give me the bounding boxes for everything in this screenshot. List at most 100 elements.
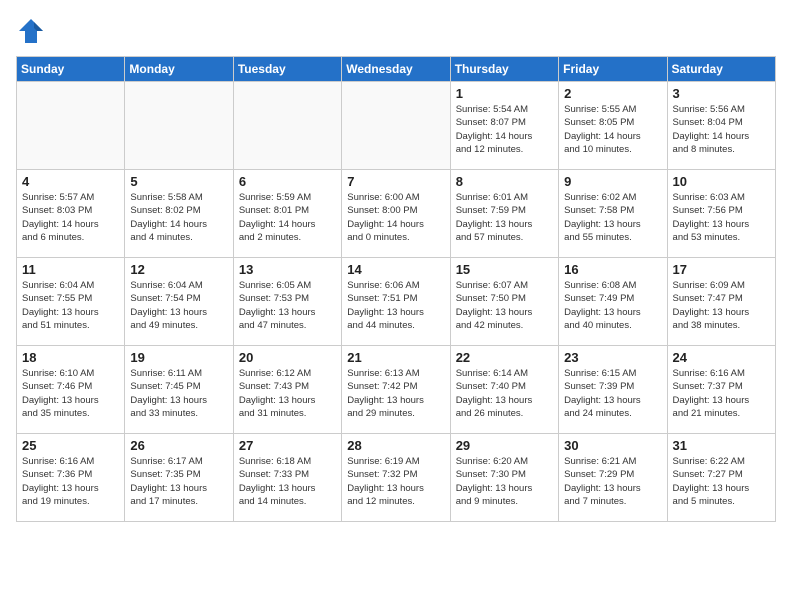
weekday-header: Saturday <box>667 57 775 82</box>
calendar-week-row: 4 Sunrise: 5:57 AM Sunset: 8:03 PM Daylig… <box>17 170 776 258</box>
logo <box>16 16 50 46</box>
logo-icon <box>16 16 46 46</box>
day-info: Sunrise: 5:55 AM Sunset: 8:05 PM Dayligh… <box>564 103 661 156</box>
day-number: 11 <box>22 262 119 277</box>
calendar-cell: 3Sunrise: 5:56 AM Sunset: 8:04 PM Daylig… <box>667 82 775 170</box>
calendar-cell: 23 Sunrise: 6:15 AM Sunset: 7:39 PM Dayli… <box>559 346 667 434</box>
day-info: Sunrise: 6:00 AM Sunset: 8:00 PM Dayligh… <box>347 191 444 244</box>
day-number: 2 <box>564 86 661 101</box>
calendar-cell: 1 Sunrise: 5:54 AM Sunset: 8:07 PM Daylig… <box>450 82 558 170</box>
day-number: 29 <box>456 438 553 453</box>
calendar-cell: 25Sunrise: 6:16 AM Sunset: 7:36 PM Dayli… <box>17 434 125 522</box>
calendar-header-row: SundayMondayTuesdayWednesdayThursdayFrid… <box>17 57 776 82</box>
calendar-cell: 21 Sunrise: 6:13 AM Sunset: 7:42 PM Dayli… <box>342 346 450 434</box>
calendar-cell <box>125 82 233 170</box>
day-number: 17 <box>673 262 770 277</box>
day-number: 12 <box>130 262 227 277</box>
day-number: 18 <box>22 350 119 365</box>
calendar-cell: 7 Sunrise: 6:00 AM Sunset: 8:00 PM Daylig… <box>342 170 450 258</box>
calendar-cell: 26Sunrise: 6:17 AM Sunset: 7:35 PM Dayli… <box>125 434 233 522</box>
calendar-cell: 17 Sunrise: 6:09 AM Sunset: 7:47 PM Dayli… <box>667 258 775 346</box>
day-number: 8 <box>456 174 553 189</box>
calendar-cell: 4 Sunrise: 5:57 AM Sunset: 8:03 PM Daylig… <box>17 170 125 258</box>
day-info: Sunrise: 6:21 AM Sunset: 7:29 PM Dayligh… <box>564 455 661 508</box>
day-number: 3 <box>673 86 770 101</box>
day-info: Sunrise: 6:16 AM Sunset: 7:37 PM Dayligh… <box>673 367 770 420</box>
calendar-cell: 5 Sunrise: 5:58 AM Sunset: 8:02 PM Daylig… <box>125 170 233 258</box>
calendar-cell: 13 Sunrise: 6:05 AM Sunset: 7:53 PM Dayli… <box>233 258 341 346</box>
calendar-cell: 31 Sunrise: 6:22 AM Sunset: 7:27 PM Dayli… <box>667 434 775 522</box>
day-info: Sunrise: 6:06 AM Sunset: 7:51 PM Dayligh… <box>347 279 444 332</box>
calendar-week-row: 18 Sunrise: 6:10 AM Sunset: 7:46 PM Dayli… <box>17 346 776 434</box>
day-info: Sunrise: 5:58 AM Sunset: 8:02 PM Dayligh… <box>130 191 227 244</box>
day-info: Sunrise: 6:08 AM Sunset: 7:49 PM Dayligh… <box>564 279 661 332</box>
day-number: 22 <box>456 350 553 365</box>
page-header <box>16 16 776 46</box>
calendar-cell: 2 Sunrise: 5:55 AM Sunset: 8:05 PM Daylig… <box>559 82 667 170</box>
calendar-cell: 9Sunrise: 6:02 AM Sunset: 7:58 PM Daylig… <box>559 170 667 258</box>
calendar-cell: 30 Sunrise: 6:21 AM Sunset: 7:29 PM Dayli… <box>559 434 667 522</box>
day-number: 15 <box>456 262 553 277</box>
weekday-header: Monday <box>125 57 233 82</box>
day-info: Sunrise: 5:57 AM Sunset: 8:03 PM Dayligh… <box>22 191 119 244</box>
day-number: 14 <box>347 262 444 277</box>
day-number: 23 <box>564 350 661 365</box>
day-info: Sunrise: 5:59 AM Sunset: 8:01 PM Dayligh… <box>239 191 336 244</box>
day-number: 13 <box>239 262 336 277</box>
calendar-cell: 20 Sunrise: 6:12 AM Sunset: 7:43 PM Dayli… <box>233 346 341 434</box>
day-number: 19 <box>130 350 227 365</box>
day-info: Sunrise: 6:04 AM Sunset: 7:55 PM Dayligh… <box>22 279 119 332</box>
day-number: 31 <box>673 438 770 453</box>
calendar-cell: 12 Sunrise: 6:04 AM Sunset: 7:54 PM Dayli… <box>125 258 233 346</box>
day-info: Sunrise: 5:54 AM Sunset: 8:07 PM Dayligh… <box>456 103 553 156</box>
day-info: Sunrise: 6:19 AM Sunset: 7:32 PM Dayligh… <box>347 455 444 508</box>
day-number: 4 <box>22 174 119 189</box>
calendar-cell: 10Sunrise: 6:03 AM Sunset: 7:56 PM Dayli… <box>667 170 775 258</box>
day-info: Sunrise: 6:11 AM Sunset: 7:45 PM Dayligh… <box>130 367 227 420</box>
day-number: 20 <box>239 350 336 365</box>
day-number: 9 <box>564 174 661 189</box>
day-number: 6 <box>239 174 336 189</box>
day-number: 10 <box>673 174 770 189</box>
day-number: 7 <box>347 174 444 189</box>
calendar-cell: 16 Sunrise: 6:08 AM Sunset: 7:49 PM Dayli… <box>559 258 667 346</box>
day-number: 16 <box>564 262 661 277</box>
day-number: 1 <box>456 86 553 101</box>
weekday-header: Wednesday <box>342 57 450 82</box>
calendar-cell <box>342 82 450 170</box>
day-number: 28 <box>347 438 444 453</box>
day-info: Sunrise: 6:14 AM Sunset: 7:40 PM Dayligh… <box>456 367 553 420</box>
calendar-cell: 22 Sunrise: 6:14 AM Sunset: 7:40 PM Dayli… <box>450 346 558 434</box>
calendar-cell: 8Sunrise: 6:01 AM Sunset: 7:59 PM Daylig… <box>450 170 558 258</box>
calendar-cell: 24 Sunrise: 6:16 AM Sunset: 7:37 PM Dayli… <box>667 346 775 434</box>
day-info: Sunrise: 6:10 AM Sunset: 7:46 PM Dayligh… <box>22 367 119 420</box>
day-number: 5 <box>130 174 227 189</box>
calendar-cell: 27 Sunrise: 6:18 AM Sunset: 7:33 PM Dayli… <box>233 434 341 522</box>
day-info: Sunrise: 6:13 AM Sunset: 7:42 PM Dayligh… <box>347 367 444 420</box>
calendar-cell <box>233 82 341 170</box>
calendar-cell: 28 Sunrise: 6:19 AM Sunset: 7:32 PM Dayli… <box>342 434 450 522</box>
day-number: 27 <box>239 438 336 453</box>
weekday-header: Sunday <box>17 57 125 82</box>
day-info: Sunrise: 6:20 AM Sunset: 7:30 PM Dayligh… <box>456 455 553 508</box>
day-info: Sunrise: 6:12 AM Sunset: 7:43 PM Dayligh… <box>239 367 336 420</box>
day-info: Sunrise: 6:18 AM Sunset: 7:33 PM Dayligh… <box>239 455 336 508</box>
calendar-week-row: 1 Sunrise: 5:54 AM Sunset: 8:07 PM Daylig… <box>17 82 776 170</box>
calendar-cell: 29 Sunrise: 6:20 AM Sunset: 7:30 PM Dayli… <box>450 434 558 522</box>
day-info: Sunrise: 6:17 AM Sunset: 7:35 PM Dayligh… <box>130 455 227 508</box>
day-info: Sunrise: 6:04 AM Sunset: 7:54 PM Dayligh… <box>130 279 227 332</box>
day-info: Sunrise: 6:07 AM Sunset: 7:50 PM Dayligh… <box>456 279 553 332</box>
day-info: Sunrise: 6:15 AM Sunset: 7:39 PM Dayligh… <box>564 367 661 420</box>
calendar-cell: 18 Sunrise: 6:10 AM Sunset: 7:46 PM Dayli… <box>17 346 125 434</box>
calendar-cell: 15 Sunrise: 6:07 AM Sunset: 7:50 PM Dayli… <box>450 258 558 346</box>
day-info: Sunrise: 6:22 AM Sunset: 7:27 PM Dayligh… <box>673 455 770 508</box>
day-number: 30 <box>564 438 661 453</box>
day-info: Sunrise: 6:09 AM Sunset: 7:47 PM Dayligh… <box>673 279 770 332</box>
calendar-cell: 14 Sunrise: 6:06 AM Sunset: 7:51 PM Dayli… <box>342 258 450 346</box>
day-number: 24 <box>673 350 770 365</box>
calendar-cell: 6 Sunrise: 5:59 AM Sunset: 8:01 PM Daylig… <box>233 170 341 258</box>
weekday-header: Thursday <box>450 57 558 82</box>
day-number: 21 <box>347 350 444 365</box>
day-info: Sunrise: 6:05 AM Sunset: 7:53 PM Dayligh… <box>239 279 336 332</box>
weekday-header: Friday <box>559 57 667 82</box>
